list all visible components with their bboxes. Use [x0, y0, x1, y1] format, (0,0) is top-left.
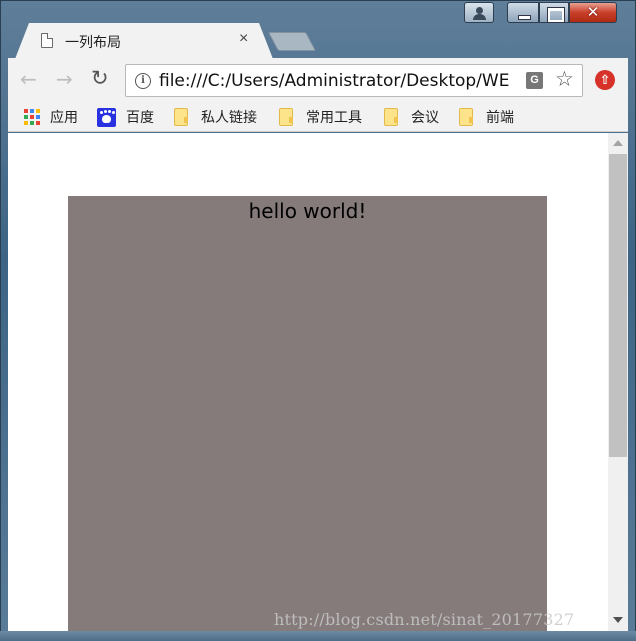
- tab-title: 一列布局: [65, 35, 121, 51]
- page-icon: [41, 33, 53, 48]
- bookmark-folder-frontend[interactable]: 前端: [459, 107, 514, 127]
- tab-close-button[interactable]: ×: [239, 30, 248, 48]
- scroll-down-arrow-icon[interactable]: [613, 617, 623, 623]
- bookmark-star-icon[interactable]: ☆: [555, 67, 574, 91]
- browser-toolbar: ← → ↻ i file:///C:/Users/Administrator/D…: [8, 58, 628, 102]
- watermark: http://blog.csdn.net/sinat_20177327: [274, 610, 575, 629]
- new-tab-button[interactable]: [267, 32, 317, 51]
- extension-icon[interactable]: ⇧: [595, 70, 615, 90]
- bookmark-label: 会议: [411, 110, 439, 126]
- page-viewport: hello world!: [8, 133, 608, 631]
- bookmark-label: 常用工具: [306, 110, 362, 126]
- translate-icon[interactable]: G: [526, 72, 543, 89]
- back-button[interactable]: ←: [20, 67, 37, 91]
- user-icon-body: [473, 14, 486, 20]
- url-text[interactable]: file:///C:/Users/Administrator/Desktop/W…: [159, 71, 519, 91]
- baidu-paw-icon: [97, 107, 116, 127]
- tab-active[interactable]: 一列布局 ×: [15, 23, 273, 59]
- folder-icon: [459, 108, 473, 126]
- bookmark-folder-tools[interactable]: 常用工具: [279, 107, 362, 127]
- user-profile-button[interactable]: [464, 2, 494, 23]
- bookmark-folder-meetings[interactable]: 会议: [384, 107, 439, 127]
- bookmarks-bar: 应用 百度 私人链接 常用工具 会议 前端: [8, 102, 628, 132]
- address-bar[interactable]: i file:///C:/Users/Administrator/Desktop…: [125, 64, 583, 97]
- bookmark-label: 私人链接: [201, 110, 257, 126]
- scroll-thumb[interactable]: [609, 154, 627, 457]
- minimize-button[interactable]: [507, 2, 539, 23]
- close-icon: ✕: [586, 3, 600, 21]
- vertical-scrollbar[interactable]: [608, 133, 628, 631]
- folder-icon: [279, 108, 293, 126]
- reload-button[interactable]: ↻: [91, 66, 109, 90]
- bookmark-baidu[interactable]: 百度: [97, 107, 154, 127]
- bookmark-label: 前端: [486, 110, 514, 126]
- folder-icon: [384, 108, 398, 126]
- info-icon[interactable]: i: [135, 73, 151, 89]
- hello-text: hello world!: [248, 199, 367, 223]
- bookmark-apps[interactable]: 应用: [24, 107, 78, 127]
- user-icon: [476, 7, 483, 14]
- bookmark-folder-private-links[interactable]: 私人链接: [174, 107, 257, 127]
- close-window-button[interactable]: ✕: [569, 2, 617, 23]
- maximize-button[interactable]: [539, 2, 569, 23]
- window-bottom-border: [0, 631, 636, 641]
- title-bar: 一列布局 × ✕: [1, 1, 635, 59]
- forward-button[interactable]: →: [56, 67, 73, 91]
- bookmark-label: 百度: [126, 110, 154, 126]
- bookmark-label: 应用: [50, 110, 78, 126]
- scroll-up-arrow-icon[interactable]: [613, 140, 623, 146]
- folder-icon: [174, 108, 188, 126]
- apps-grid-icon: [24, 109, 40, 125]
- content-box: hello world!: [68, 196, 547, 631]
